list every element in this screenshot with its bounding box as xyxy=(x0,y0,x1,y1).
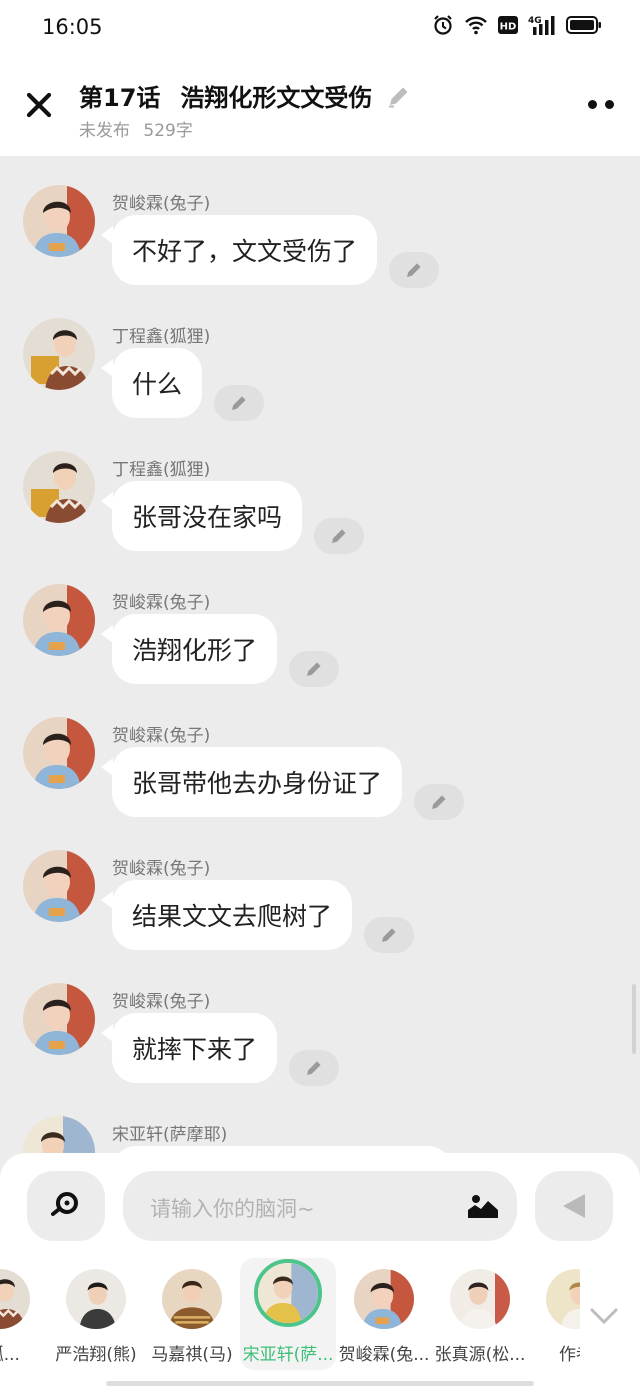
sender-name: 贺峻霖(兔子) xyxy=(112,194,211,214)
role-avatar xyxy=(546,1269,580,1329)
message-bubble[interactable]: 结果文文去爬树了 xyxy=(112,880,353,950)
wifi-icon xyxy=(465,16,487,35)
chat-message: 宋亚轩(萨摩耶) xyxy=(0,1087,640,1156)
edit-message-button[interactable] xyxy=(389,252,439,288)
message-bubble[interactable]: 张哥带他去办身份证了 xyxy=(112,747,403,817)
send-icon xyxy=(563,1194,585,1218)
message-bubble[interactable]: 浩翔化形了 xyxy=(112,614,278,684)
word-count: 529字 xyxy=(143,121,193,141)
chat-message: 贺峻霖(兔子) 张哥带他去办身份证了 xyxy=(0,688,640,821)
role-item[interactable]: 作者 xyxy=(528,1258,580,1370)
pencil-icon xyxy=(307,1061,321,1075)
sender-name: 贺峻霖(兔子) xyxy=(112,593,211,613)
voice-icon xyxy=(51,1192,78,1216)
role-item[interactable]: 严浩翔(熊) xyxy=(48,1258,144,1370)
role-avatar xyxy=(354,1269,414,1329)
role-avatar xyxy=(0,1269,30,1329)
editor-header: 第17话 浩翔化形文文受伤 未发布 529字 xyxy=(0,60,640,156)
sender-name: 宋亚轩(萨摩耶) xyxy=(112,1125,228,1145)
episode-number: 第17话 xyxy=(79,84,161,112)
role-avatar xyxy=(254,1259,322,1327)
more-options-button[interactable] xyxy=(588,100,614,109)
voice-button[interactable] xyxy=(27,1171,105,1241)
chat-message: 贺峻霖(兔子) 就摔下来了 xyxy=(0,954,640,1087)
sender-avatar[interactable] xyxy=(23,584,95,656)
sender-avatar[interactable] xyxy=(23,451,95,523)
sender-avatar[interactable] xyxy=(23,850,95,922)
role-item[interactable]: 马嘉祺(马) xyxy=(144,1258,240,1370)
role-name: 贺峻霖(兔... xyxy=(338,1345,430,1365)
title-row: 第17话 浩翔化形文文受伤 xyxy=(79,78,412,113)
role-item[interactable]: 宋亚轩(萨... xyxy=(240,1258,336,1370)
hd-label: HD xyxy=(500,22,517,33)
home-indicator xyxy=(106,1381,534,1386)
idea-input[interactable]: 请输入你的脑洞~ xyxy=(123,1171,517,1241)
hd-icon: HD xyxy=(498,16,518,34)
edit-message-button[interactable] xyxy=(289,651,339,687)
pencil-icon xyxy=(232,396,246,410)
role-name: 宋亚轩(萨... xyxy=(242,1345,334,1365)
role-name: 张真源(松... xyxy=(434,1345,526,1365)
sender-avatar[interactable] xyxy=(23,318,95,390)
sender-name: 贺峻霖(兔子) xyxy=(112,859,211,879)
input-placeholder: 请输入你的脑洞~ xyxy=(150,1197,315,1221)
sender-avatar[interactable] xyxy=(23,983,95,1055)
message-bubble[interactable]: 就摔下来了 xyxy=(112,1013,278,1083)
role-item[interactable]: 贺峻霖(兔... xyxy=(336,1258,432,1370)
sender-avatar[interactable] xyxy=(23,717,95,789)
chat-message: 贺峻霖(兔子) 浩翔化形了 xyxy=(0,555,640,688)
close-icon[interactable] xyxy=(24,90,54,120)
sender-avatar[interactable] xyxy=(23,185,95,257)
role-item[interactable]: 张真源(松... xyxy=(432,1258,528,1370)
role-avatar xyxy=(66,1269,126,1329)
image-icon[interactable] xyxy=(467,1193,499,1219)
sender-name: 贺峻霖(兔子) xyxy=(112,726,211,746)
episode-meta: 未发布 529字 xyxy=(79,116,193,141)
chat-area[interactable]: 贺峻霖(兔子) 不好了，文文受伤了 丁程鑫(狐狸) 什么 丁程鑫(狐狸) 张哥没在家吗 贺峻… xyxy=(0,156,640,1156)
signal-4g-icon: 4G xyxy=(528,16,555,35)
sender-name: 丁程鑫(狐狸) xyxy=(112,327,211,347)
role-name: 作者 xyxy=(559,1345,580,1365)
chevron-down-icon[interactable] xyxy=(588,1305,620,1327)
role-avatar xyxy=(450,1269,510,1329)
chat-message: 贺峻霖(兔子) 结果文文去爬树了 xyxy=(0,821,640,954)
pencil-icon xyxy=(382,928,396,942)
more-dot-icon xyxy=(588,100,597,109)
composer-panel: 请输入你的脑洞~ (狐... 严浩翔(熊) 马嘉祺(马) 宋亚轩(萨...贺峻霖(兔.… xyxy=(0,1153,640,1387)
status-bar: 16:05 HD 4G xyxy=(0,0,640,60)
message-bubble[interactable]: 张哥没在家吗 xyxy=(112,481,303,551)
role-selector[interactable]: (狐... 严浩翔(熊) 马嘉祺(马) 宋亚轩(萨...贺峻霖(兔...张真源(松..… xyxy=(0,1258,580,1370)
send-button[interactable] xyxy=(535,1171,613,1241)
chat-message: 丁程鑫(狐狸) 什么 xyxy=(0,289,640,422)
sender-avatar[interactable] xyxy=(23,1116,95,1156)
more-dot-icon xyxy=(605,100,614,109)
role-item[interactable]: (狐... xyxy=(0,1258,48,1370)
edit-message-button[interactable] xyxy=(364,917,414,953)
edit-title-icon[interactable] xyxy=(386,83,412,109)
pencil-icon xyxy=(407,263,421,277)
message-bubble[interactable]: 什么 xyxy=(112,348,203,418)
episode-title[interactable]: 浩翔化形文文受伤 xyxy=(180,78,372,113)
role-avatar xyxy=(162,1269,222,1329)
battery-icon xyxy=(566,16,601,34)
message-bubble[interactable]: 不好了，文文受伤了 xyxy=(112,215,378,285)
pencil-icon xyxy=(432,795,446,809)
edit-message-button[interactable] xyxy=(289,1050,339,1086)
sender-name: 丁程鑫(狐狸) xyxy=(112,460,211,480)
chat-message: 丁程鑫(狐狸) 张哥没在家吗 xyxy=(0,422,640,555)
status-icons: HD 4G xyxy=(432,14,602,36)
publish-status: 未发布 xyxy=(79,121,130,141)
role-name: 严浩翔(熊) xyxy=(55,1345,137,1365)
alarm-icon xyxy=(434,15,452,35)
edit-message-button[interactable] xyxy=(214,385,264,421)
edit-message-button[interactable] xyxy=(414,784,464,820)
pencil-icon xyxy=(332,529,346,543)
status-time: 16:05 xyxy=(42,15,103,39)
chat-message: 贺峻霖(兔子) 不好了，文文受伤了 xyxy=(0,156,640,289)
role-name: (狐... xyxy=(0,1345,20,1365)
role-name: 马嘉祺(马) xyxy=(151,1345,233,1365)
sender-name: 贺峻霖(兔子) xyxy=(112,992,211,1012)
edit-message-button[interactable] xyxy=(314,518,364,554)
pencil-icon xyxy=(307,662,321,676)
